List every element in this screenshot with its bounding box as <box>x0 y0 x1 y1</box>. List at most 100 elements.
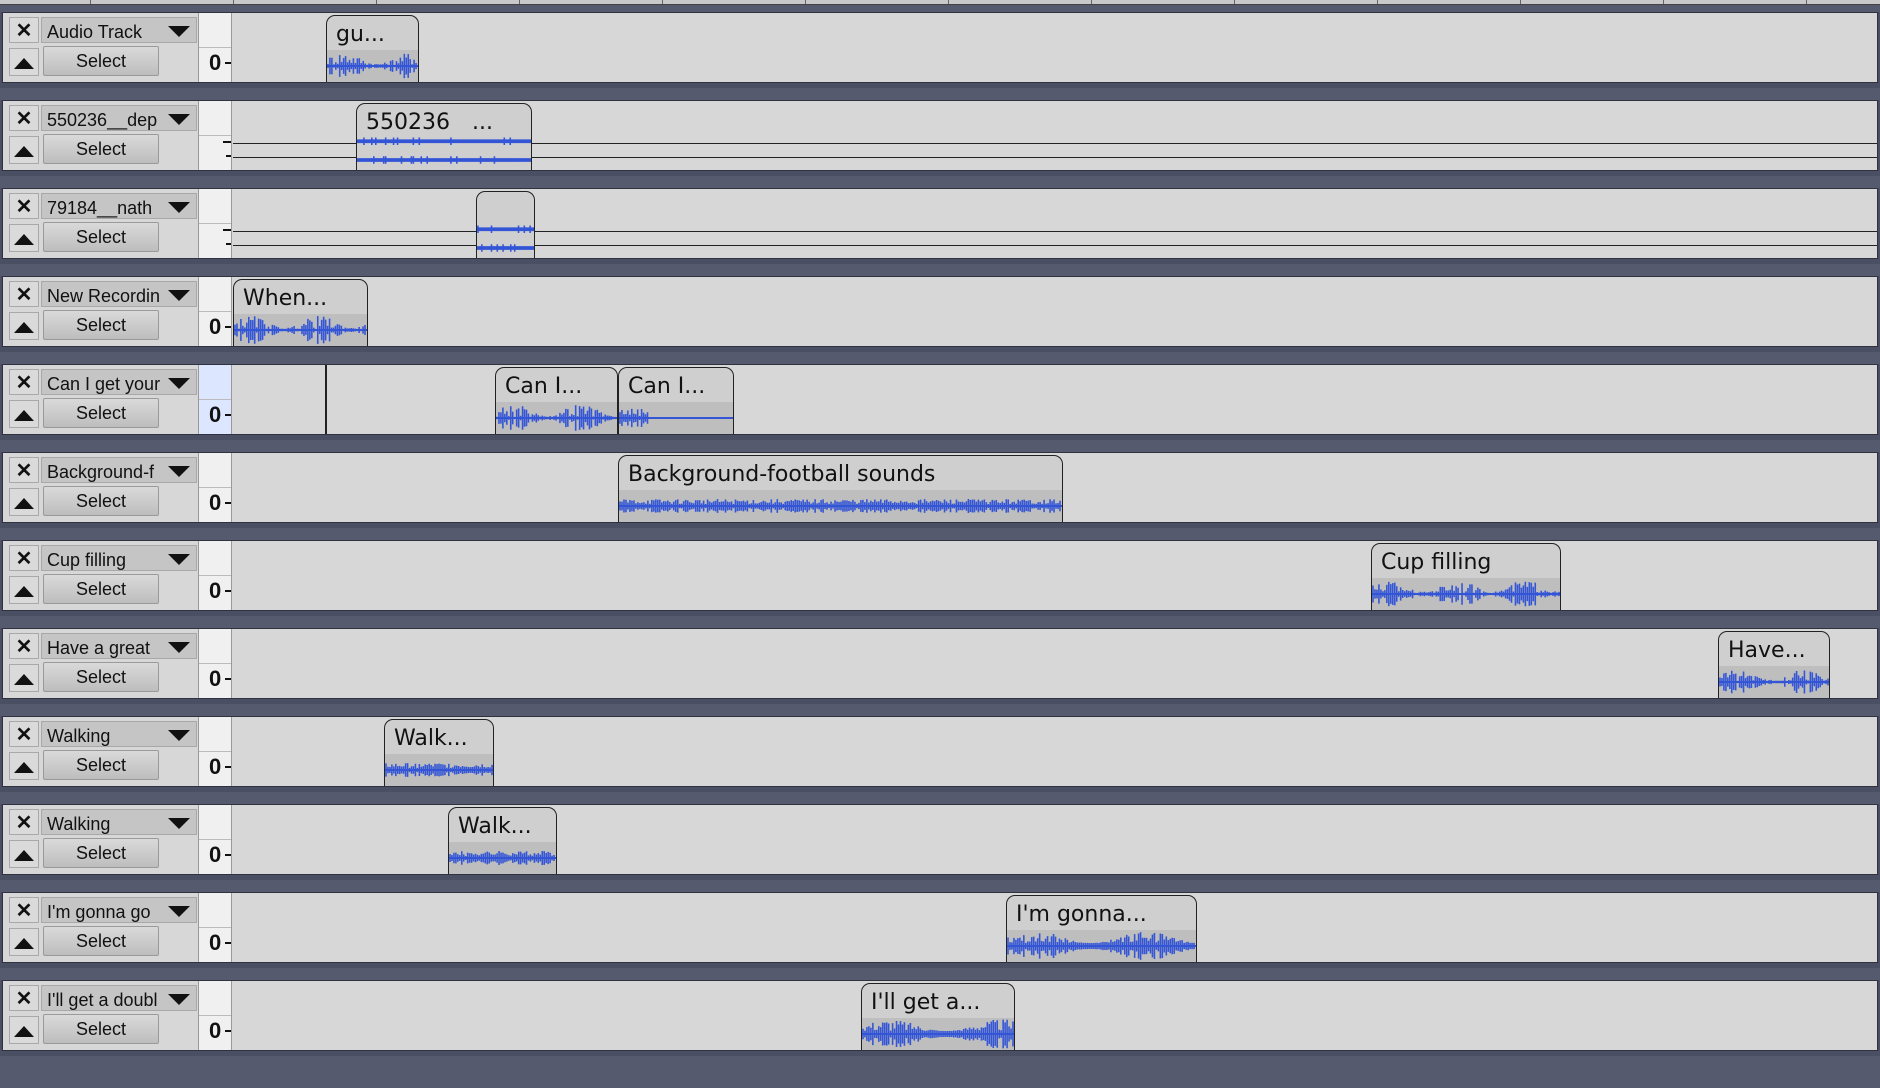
select-button[interactable]: Select <box>43 398 159 428</box>
audio-clip[interactable]: gu... <box>326 15 419 82</box>
select-button[interactable]: Select <box>43 134 159 164</box>
close-track-button[interactable]: ✕ <box>9 809 39 835</box>
playhead-cursor[interactable] <box>325 365 327 434</box>
clip-waveform[interactable] <box>862 1018 1014 1050</box>
collapse-track-button[interactable] <box>9 400 39 428</box>
clip-title[interactable]: I'll get a... <box>871 990 980 1015</box>
audio-clip[interactable]: Have... <box>1718 631 1830 698</box>
track-timeline[interactable]: gu... <box>233 13 1877 82</box>
collapse-track-button[interactable] <box>9 840 39 868</box>
track-name-menu-button[interactable]: Audio Track <box>41 17 197 43</box>
close-track-button[interactable]: ✕ <box>9 985 39 1011</box>
clip-waveform[interactable] <box>477 218 534 258</box>
track-name-menu-button[interactable]: I'll get a doubl <box>41 985 197 1011</box>
clip-waveform[interactable] <box>496 402 617 434</box>
close-track-button[interactable]: ✕ <box>9 897 39 923</box>
track-name-menu-button[interactable]: Walking <box>41 721 197 747</box>
clip-title[interactable]: Walk... <box>394 726 468 751</box>
close-track-button[interactable]: ✕ <box>9 105 39 131</box>
close-track-button[interactable]: ✕ <box>9 545 39 571</box>
track-timeline[interactable]: I'm gonna... <box>233 893 1877 962</box>
clip-title[interactable]: When... <box>243 286 327 311</box>
track-name-menu-button[interactable]: Can I get your <box>41 369 197 395</box>
clip-title[interactable]: Can I... <box>628 374 705 399</box>
clip-waveform[interactable] <box>1372 578 1560 610</box>
select-button[interactable]: Select <box>43 662 159 692</box>
clip-waveform[interactable] <box>1719 666 1829 698</box>
collapse-track-button[interactable] <box>9 224 39 252</box>
select-button[interactable]: Select <box>43 310 159 340</box>
clip-waveform[interactable] <box>619 490 1062 522</box>
audio-clip[interactable]: When... <box>233 279 368 346</box>
track-timeline[interactable]: Have... <box>233 629 1877 698</box>
close-track-button[interactable]: ✕ <box>9 369 39 395</box>
select-button[interactable]: Select <box>43 574 159 604</box>
track-name-menu-button[interactable]: 79184__nath <box>41 193 197 219</box>
track-name-menu-button[interactable]: Cup filling <box>41 545 197 571</box>
clip-title[interactable]: I'm gonna... <box>1016 902 1147 927</box>
clip-title[interactable]: Background-football sounds <box>628 462 935 487</box>
track-timeline[interactable] <box>233 189 1877 258</box>
track-name-menu-button[interactable]: Have a great <box>41 633 197 659</box>
audio-clip[interactable]: Walk... <box>384 719 494 786</box>
timeline-ruler[interactable] <box>0 0 1880 5</box>
collapse-track-button[interactable] <box>9 664 39 692</box>
select-button[interactable]: Select <box>43 838 159 868</box>
track-timeline[interactable]: Can I... Can I... <box>233 365 1877 434</box>
audio-clip[interactable]: Cup filling <box>1371 543 1561 610</box>
clip-waveform[interactable] <box>449 842 556 874</box>
audio-clip[interactable]: I'm gonna... <box>1006 895 1197 962</box>
collapse-track-button[interactable] <box>9 312 39 340</box>
track-name: Background-f <box>47 462 155 482</box>
select-button[interactable]: Select <box>43 46 159 76</box>
clip-title[interactable]: Have... <box>1728 638 1806 663</box>
track-timeline[interactable]: 550236__... <box>233 101 1877 170</box>
collapse-track-button[interactable] <box>9 136 39 164</box>
collapse-track-button[interactable] <box>9 1016 39 1044</box>
clip-title[interactable]: Can I... <box>505 374 582 399</box>
track-timeline[interactable]: Background-football sounds <box>233 453 1877 522</box>
track-timeline[interactable]: Cup filling <box>233 541 1877 610</box>
clip-title[interactable]: Walk... <box>458 814 532 839</box>
audio-clip[interactable] <box>476 191 535 258</box>
close-track-button[interactable]: ✕ <box>9 17 39 43</box>
select-button[interactable]: Select <box>43 750 159 780</box>
collapse-track-button[interactable] <box>9 752 39 780</box>
track-name-menu-button[interactable]: I'm gonna go <box>41 897 197 923</box>
close-track-button[interactable]: ✕ <box>9 457 39 483</box>
select-button[interactable]: Select <box>43 486 159 516</box>
clip-waveform[interactable] <box>619 402 733 434</box>
select-button[interactable]: Select <box>43 222 159 252</box>
track-name-menu-button[interactable]: 550236__dep <box>41 105 197 131</box>
close-track-button[interactable]: ✕ <box>9 193 39 219</box>
clip-title[interactable]: Cup filling <box>1381 550 1491 575</box>
track-timeline[interactable]: I'll get a... <box>233 981 1877 1050</box>
clip-waveform[interactable] <box>327 50 418 82</box>
track-name-menu-button[interactable]: Walking <box>41 809 197 835</box>
collapse-track-button[interactable] <box>9 488 39 516</box>
select-button[interactable]: Select <box>43 1014 159 1044</box>
audio-clip[interactable]: Walk... <box>448 807 557 874</box>
track-timeline[interactable]: When... <box>233 277 1877 346</box>
collapse-track-button[interactable] <box>9 928 39 956</box>
audio-clip[interactable]: Background-football sounds <box>618 455 1063 522</box>
clip-waveform[interactable] <box>234 314 367 346</box>
clip-waveform[interactable] <box>385 754 493 786</box>
select-button[interactable]: Select <box>43 926 159 956</box>
audio-clip[interactable]: Can I... <box>618 367 734 434</box>
audio-clip[interactable]: 550236__... <box>356 103 532 170</box>
track-timeline[interactable]: Walk... <box>233 805 1877 874</box>
clip-waveform[interactable] <box>1007 930 1196 962</box>
track-name-menu-button[interactable]: Background-f <box>41 457 197 483</box>
collapse-track-button[interactable] <box>9 48 39 76</box>
audio-clip[interactable]: I'll get a... <box>861 983 1015 1050</box>
close-track-button[interactable]: ✕ <box>9 281 39 307</box>
clip-title[interactable]: gu... <box>336 22 385 47</box>
audio-clip[interactable]: Can I... <box>495 367 618 434</box>
collapse-track-button[interactable] <box>9 576 39 604</box>
track-name-menu-button[interactable]: New Recordin <box>41 281 197 307</box>
close-track-button[interactable]: ✕ <box>9 633 39 659</box>
clip-waveform[interactable] <box>357 130 531 170</box>
close-track-button[interactable]: ✕ <box>9 721 39 747</box>
track-timeline[interactable]: Walk... <box>233 717 1877 786</box>
